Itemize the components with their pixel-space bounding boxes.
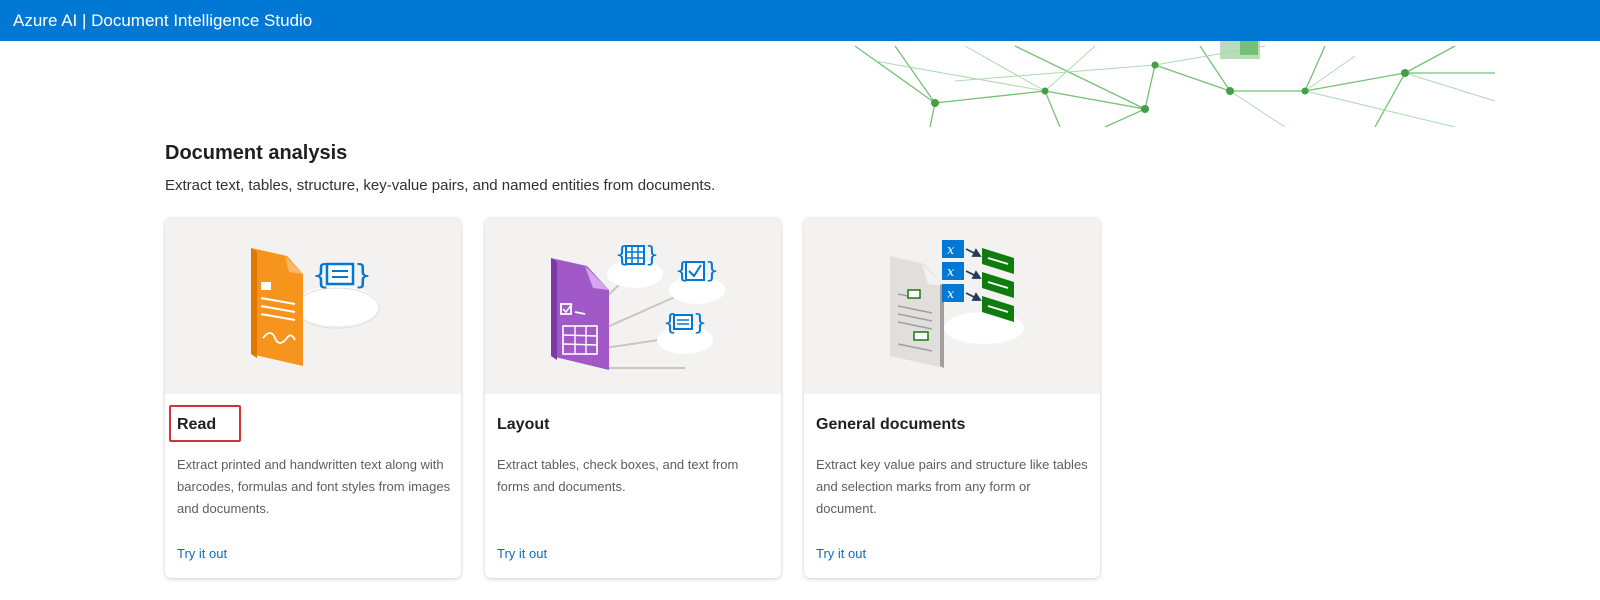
svg-text:}: } <box>693 311 707 336</box>
card-general-documents-description: Extract key value pairs and structure li… <box>816 457 1088 516</box>
svg-text:}: } <box>705 259 719 284</box>
section-title: Document analysis <box>165 142 348 164</box>
svg-text:x: x <box>947 265 955 280</box>
svg-text:}: } <box>354 258 372 291</box>
app-title: Azure AI | Document Intelligence Studio <box>13 10 313 30</box>
card-read[interactable]: { } Read Extract printed and handwritten… <box>165 218 461 578</box>
card-read-try-link[interactable]: Try it out <box>177 546 227 561</box>
card-layout-description: Extract tables, check boxes, and text fr… <box>497 457 739 494</box>
card-read-description: Extract printed and handwritten text alo… <box>177 457 451 516</box>
svg-text:}: } <box>645 243 659 268</box>
card-layout-try-link[interactable]: Try it out <box>497 546 547 561</box>
read-document-icon: { } <box>251 248 380 366</box>
card-general-documents-illustration: x x x <box>804 218 1100 394</box>
card-layout-title: Layout <box>497 416 550 433</box>
card-general-documents-title: General documents <box>816 416 966 433</box>
card-general-documents-try-link[interactable]: Try it out <box>816 546 866 561</box>
card-layout[interactable]: { } { } { } Layout Extract tables, check… <box>485 218 781 578</box>
card-layout-illustration: { } { } { } <box>485 218 781 394</box>
layout-document-icon: { } { } { } <box>551 243 725 370</box>
app-header: Azure AI | Document Intelligence Studio <box>0 0 1600 41</box>
card-read-title: Read <box>177 416 217 433</box>
general-document-icon: x x x <box>890 240 1024 368</box>
network-decoration <box>855 41 1495 127</box>
section-description: Extract text, tables, structure, key-val… <box>165 177 716 194</box>
card-general-documents[interactable]: x x x General documents Extract key valu… <box>804 218 1100 578</box>
card-read-illustration: { } <box>165 218 461 394</box>
svg-text:x: x <box>947 243 955 258</box>
svg-text:x: x <box>947 287 955 302</box>
